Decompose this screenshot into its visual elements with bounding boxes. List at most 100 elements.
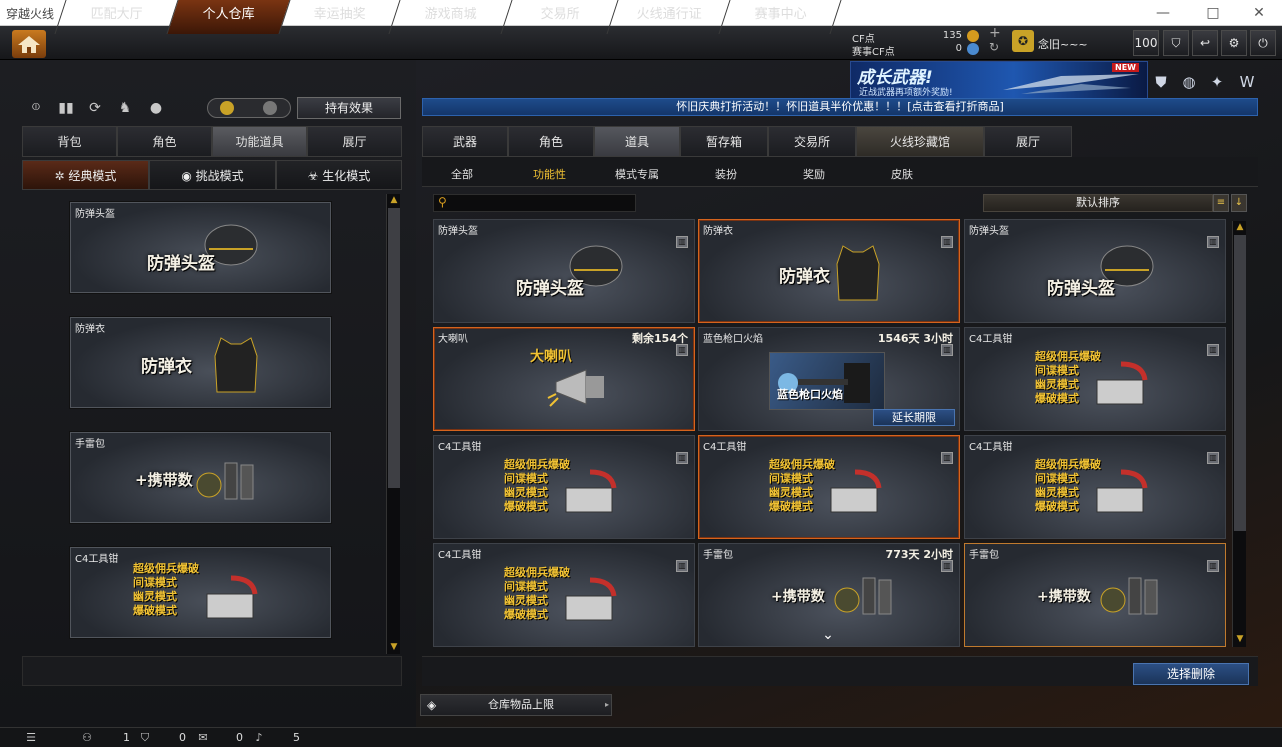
- item-card[interactable]: 大喇叭 剩余154个 ▥ 大喇叭: [433, 327, 695, 431]
- shield-button[interactable]: ⛉: [1163, 30, 1189, 56]
- power-button[interactable]: ⏻: [1250, 30, 1276, 56]
- left-card-armor[interactable]: 防弹衣 防弹衣: [70, 317, 331, 408]
- capacity-bar[interactable]: ◈ 仓库物品上限 ▸: [420, 694, 612, 716]
- subtab-functional[interactable]: 功能性: [533, 166, 566, 182]
- stats-icon[interactable]: ▮▮: [55, 97, 77, 119]
- left-tab-backpack[interactable]: 背包: [22, 126, 117, 157]
- scroll-more-icon[interactable]: ⌄: [817, 627, 839, 643]
- item-card[interactable]: 防弹头盔 ▥ 防弹头盔: [433, 219, 695, 323]
- left-scrollbar[interactable]: ▲ ▼: [386, 194, 400, 654]
- right-tab-items[interactable]: 道具: [594, 126, 680, 157]
- search-input[interactable]: [452, 196, 632, 210]
- item-card[interactable]: C4工具钳 ▥ 超级佣兵爆破 间谍模式 幽灵模式 爆破模式: [433, 543, 695, 647]
- grid-scrollbar[interactable]: ▲ ▼: [1232, 221, 1246, 647]
- right-tab-character[interactable]: 角色: [508, 126, 594, 157]
- refresh-icon[interactable]: ↻: [989, 40, 999, 54]
- trash-icon[interactable]: ▥: [676, 344, 688, 356]
- badge-icon[interactable]: ⛊: [1150, 71, 1172, 93]
- item-card[interactable]: 蓝色枪口火焰 1546天 3小时 ▥ 蓝色枪口火焰 延长期限: [698, 327, 960, 431]
- nav-tab-lucky-draw[interactable]: 幸运抽奖: [278, 0, 400, 34]
- nav-tab-battle-pass[interactable]: 火线通行证: [606, 0, 730, 34]
- nav-tab-inventory[interactable]: 个人仓库: [166, 0, 290, 34]
- scroll-down-icon[interactable]: ▼: [387, 641, 401, 653]
- character-icon[interactable]: ♞: [114, 97, 136, 119]
- item-card[interactable]: 防弹衣 ▥ 防弹衣: [698, 219, 960, 323]
- user-info[interactable]: ✪ 念旧~~~: [1010, 30, 1130, 56]
- item-card[interactable]: C4工具钳 ▥ 超级佣兵爆破 间谍模式 幽灵模式 爆破模式: [433, 435, 695, 539]
- left-card-c4-pliers[interactable]: C4工具钳 超级佣兵爆破 间谍模式 幽灵模式 爆破模式: [70, 547, 331, 638]
- sort-dropdown[interactable]: 默认排序: [983, 194, 1213, 212]
- mode-tab-challenge[interactable]: ◉ 挑战模式: [149, 160, 276, 190]
- trash-icon[interactable]: ▥: [941, 560, 953, 572]
- settings-button[interactable]: ⚙: [1221, 30, 1247, 56]
- item-card[interactable]: 防弹头盔 ▥ 防弹头盔: [964, 219, 1226, 323]
- home-button[interactable]: [12, 30, 46, 58]
- level-badge[interactable]: 100: [1133, 30, 1159, 56]
- mode-tab-zombie[interactable]: ☣ 生化模式: [276, 160, 402, 190]
- trash-icon[interactable]: ▥: [1207, 452, 1219, 464]
- trash-icon[interactable]: ▥: [941, 452, 953, 464]
- mode-tab-classic[interactable]: ✲ 经典模式: [22, 160, 149, 190]
- right-tab-storage[interactable]: 暂存箱: [680, 126, 768, 157]
- sort-direction-icon[interactable]: ↓: [1231, 194, 1247, 212]
- trash-icon[interactable]: ▥: [1207, 344, 1219, 356]
- subtab-mode-exclusive[interactable]: 模式专属: [615, 166, 659, 182]
- right-tab-showroom[interactable]: 展厅: [984, 126, 1072, 157]
- trash-icon[interactable]: ▥: [676, 452, 688, 464]
- return-button[interactable]: ↩: [1192, 30, 1218, 56]
- left-scroll-thumb[interactable]: [388, 208, 400, 488]
- promo-banner[interactable]: 成长武器! 近战武器再项额外奖励! NEW: [850, 61, 1148, 99]
- refresh-icon[interactable]: ⟳: [84, 97, 106, 119]
- trash-icon[interactable]: ▥: [941, 344, 953, 356]
- subtab-reward[interactable]: 奖励: [803, 166, 825, 182]
- right-tab-weapon[interactable]: 武器: [422, 126, 508, 157]
- select-delete-button[interactable]: 选择删除: [1133, 663, 1249, 685]
- left-card-helmet[interactable]: 防弹头盔 防弹头盔: [70, 202, 331, 293]
- right-tab-collection[interactable]: 火线珍藏馆: [856, 126, 984, 157]
- list-view-icon[interactable]: ≡: [1213, 194, 1229, 212]
- scroll-up-icon[interactable]: ▲: [1233, 221, 1247, 233]
- recharge-plus-icon[interactable]: +: [989, 25, 1001, 41]
- item-card[interactable]: C4工具钳 ▥ 超级佣兵爆破 间谍模式 幽灵模式 爆破模式: [698, 435, 960, 539]
- left-card-grenade-pack[interactable]: 手雷包 +携带数: [70, 432, 331, 523]
- trash-icon[interactable]: ▥: [941, 236, 953, 248]
- trash-icon[interactable]: ▥: [676, 236, 688, 248]
- left-tab-showroom[interactable]: 展厅: [307, 126, 402, 157]
- trash-icon[interactable]: ▥: [1207, 236, 1219, 248]
- toggle-off-icon[interactable]: ⏼: [25, 97, 47, 119]
- logo-w-icon[interactable]: W: [1236, 71, 1258, 93]
- nav-tab-events[interactable]: 赛事中心: [718, 0, 842, 34]
- globe-icon[interactable]: ◍: [1178, 71, 1200, 93]
- minimize-button[interactable]: —: [1148, 3, 1178, 23]
- close-button[interactable]: ✕: [1244, 3, 1274, 23]
- scroll-up-icon[interactable]: ▲: [387, 194, 401, 206]
- promo-notice[interactable]: 怀旧庆典打折活动！！怀旧道具半价优惠！！！[点击查看打折商品]: [422, 98, 1258, 116]
- subtab-all[interactable]: 全部: [451, 166, 473, 182]
- grenade-icon[interactable]: ●: [145, 97, 167, 119]
- item-card[interactable]: C4工具钳 ▥ 超级佣兵爆破 间谍模式 幽灵模式 爆破模式: [964, 435, 1226, 539]
- friends-icon[interactable]: ⚇: [80, 731, 94, 745]
- hold-effect-button[interactable]: 持有效果: [297, 97, 401, 119]
- view-toggle[interactable]: [207, 98, 291, 118]
- subtab-skin[interactable]: 皮肤: [891, 166, 913, 182]
- search-box[interactable]: ⚲: [433, 194, 636, 212]
- trash-icon[interactable]: ▥: [1207, 560, 1219, 572]
- star-icon[interactable]: ✦: [1206, 71, 1228, 93]
- item-card[interactable]: C4工具钳 ▥ 超级佣兵爆破 间谍模式 幽灵模式 爆破模式: [964, 327, 1226, 431]
- guild-shield-icon[interactable]: ⛉: [138, 731, 152, 745]
- maximize-button[interactable]: □: [1198, 3, 1228, 23]
- chat-icon[interactable]: ✉: [196, 731, 210, 745]
- extend-duration-button[interactable]: 延长期限: [873, 409, 955, 426]
- right-tab-exchange[interactable]: 交易所: [768, 126, 856, 157]
- menu-icon[interactable]: ☰: [24, 731, 38, 745]
- nav-tab-match-lobby[interactable]: 匹配大厅: [54, 0, 178, 34]
- grid-scroll-thumb[interactable]: [1234, 235, 1246, 531]
- nav-tab-shop[interactable]: 游戏商城: [388, 0, 512, 34]
- item-card[interactable]: 手雷包 ▥ +携带数: [964, 543, 1226, 647]
- volume-icon[interactable]: ♪: [252, 731, 266, 745]
- subtab-dressup[interactable]: 装扮: [715, 166, 737, 182]
- left-tab-character[interactable]: 角色: [117, 126, 212, 157]
- scroll-down-icon[interactable]: ▼: [1233, 633, 1247, 645]
- trash-icon[interactable]: ▥: [676, 560, 688, 572]
- left-tab-items[interactable]: 功能道具: [212, 126, 307, 157]
